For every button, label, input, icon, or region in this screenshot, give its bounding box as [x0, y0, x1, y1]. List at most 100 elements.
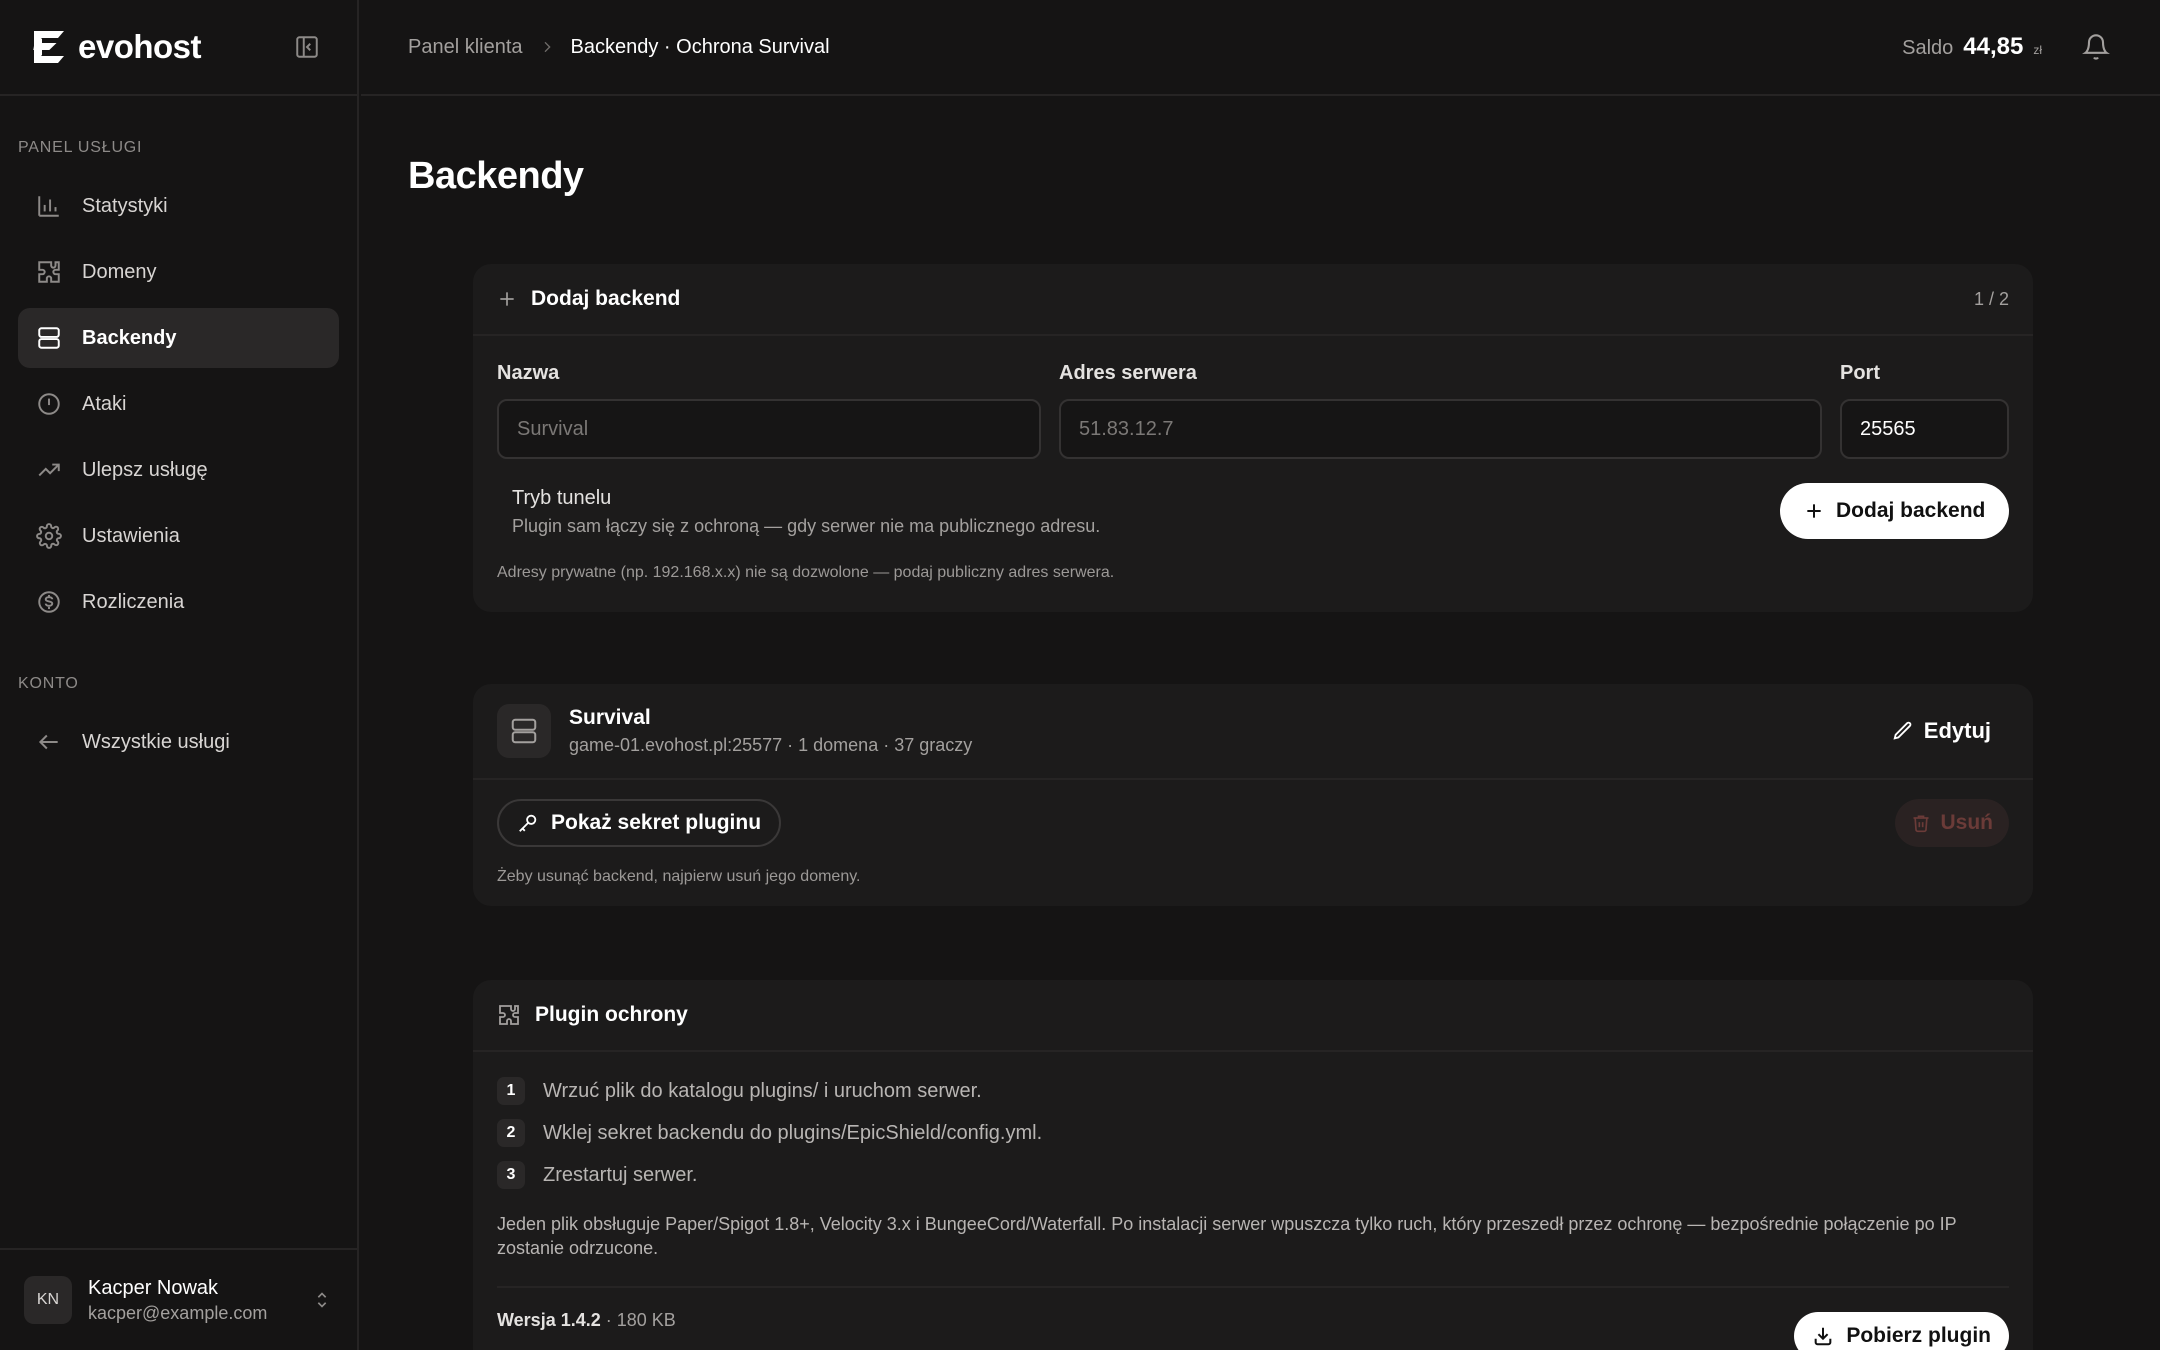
card-header: Plugin ochrony	[473, 980, 2033, 1052]
step-text: Wklej sekret backendu do plugins/EpicShi…	[543, 1121, 1043, 1144]
sidebar-item-label: Backendy	[82, 326, 177, 349]
brand-name: evohost	[78, 28, 202, 65]
chevron-updown-icon[interactable]	[311, 1289, 333, 1311]
delete-note: Żeby usunąć backend, najpierw usuń jego …	[497, 868, 861, 885]
gear-icon	[36, 523, 62, 549]
page-title: Backendy	[408, 155, 584, 197]
plugin-version-row: Wersja 1.4.2 · 180 KB	[497, 1310, 676, 1331]
tunnel-mode[interactable]: Tryb tunelu Plugin sam łączy się z ochro…	[512, 484, 1100, 540]
edit-button[interactable]: Edytuj	[1892, 718, 1991, 744]
trash-icon	[1913, 815, 1928, 833]
install-step: 2 Wklej sekret backendu do plugins/EpicS…	[497, 1112, 1042, 1154]
breadcrumb: Panel klienta Backendy · Ochrona Surviva…	[408, 36, 1902, 59]
sidebar-item-rozliczenia[interactable]: Rozliczenia	[18, 572, 339, 632]
backend-counter: 1 / 2	[1973, 288, 2009, 309]
server-icon	[497, 704, 551, 758]
step-number: 1	[497, 1077, 525, 1105]
delete-button-label: Usuń	[1940, 811, 1994, 834]
sidebar: evohost PANEL USŁUGI Statystyki Domeny B…	[0, 0, 359, 1350]
backend-card: Survival game-01.evohost.pl:25577 · 1 do…	[473, 684, 2033, 906]
install-steps: 1 Wrzuć plik do katalogu plugins/ i uruc…	[497, 1070, 1042, 1196]
sidebar-item-ulepsz[interactable]: Ulepsz usługę	[18, 440, 339, 500]
add-backend-button-label: Dodaj backend	[1836, 499, 1986, 522]
sidebar-item-ustawienia[interactable]: Ustawienia	[18, 506, 339, 566]
user-menu[interactable]: KN Kacper Nowak kacper@example.com	[0, 1248, 357, 1350]
puzzle-icon	[38, 261, 60, 283]
balance-currency: zł	[2033, 43, 2042, 57]
delete-button: Usuń	[1894, 799, 2009, 847]
add-backend-card: Dodaj backend 1 / 2 Nazwa Survival Adres…	[473, 264, 2033, 612]
sidebar-item-label: Domeny	[82, 260, 157, 283]
sidebar-item-ataki[interactable]: Ataki	[18, 374, 339, 434]
server-icon	[38, 327, 60, 349]
balance: Saldo 44,85 zł	[1902, 33, 2042, 61]
logo[interactable]: evohost	[30, 28, 202, 66]
trending-up-icon	[38, 463, 60, 477]
plus-icon	[500, 292, 514, 306]
plugin-card: Plugin ochrony 1 Wrzuć plik do katalogu …	[473, 980, 2033, 1350]
show-secret-button[interactable]: Pokaż sekret pluginu	[497, 799, 782, 847]
plugin-version: Wersja 1.4.2	[497, 1310, 601, 1330]
plus-icon	[1807, 504, 1821, 518]
step-number: 3	[497, 1161, 525, 1189]
plugin-size: · 180 KB	[605, 1310, 676, 1330]
download-plugin-button[interactable]: Pobierz plugin	[1794, 1312, 2009, 1350]
private-address-note: Adresy prywatne (np. 192.168.x.x) nie są…	[497, 564, 1115, 581]
card-title: Dodaj backend	[531, 287, 681, 310]
step-number: 2	[497, 1119, 525, 1147]
sidebar-item-label: Rozliczenia	[82, 590, 185, 613]
sidebar-section-label: KONTO	[18, 675, 79, 692]
tunnel-description: Plugin sam łączy się z ochroną — gdy ser…	[512, 516, 1101, 536]
divider	[497, 1286, 2009, 1288]
install-step: 1 Wrzuć plik do katalogu plugins/ i uruc…	[497, 1070, 1042, 1112]
port-label: Port	[1840, 362, 1880, 384]
card-header: Dodaj backend 1 / 2	[473, 264, 2033, 336]
show-secret-label: Pokaż sekret pluginu	[551, 811, 762, 834]
port-input[interactable]: 25565	[1840, 399, 2009, 459]
bell-icon[interactable]	[2080, 31, 2112, 63]
tunnel-title: Tryb tunelu	[512, 487, 612, 509]
plugin-description: Jeden plik obsługuje Paper/Spigot 1.8+, …	[497, 1214, 1957, 1258]
sidebar-item-statystyki[interactable]: Statystyki	[18, 176, 339, 236]
add-backend-button[interactable]: Dodaj backend	[1780, 483, 2010, 539]
breadcrumb-current: Backendy · Ochrona Survival	[570, 35, 830, 58]
sidebar-item-domeny[interactable]: Domeny	[18, 242, 339, 302]
user-info: Kacper Nowak kacper@example.com	[88, 1275, 295, 1325]
backend-header: Survival game-01.evohost.pl:25577 · 1 do…	[473, 684, 2033, 780]
evohost-logo-icon	[33, 31, 64, 63]
avatar: KN	[24, 1276, 72, 1324]
sidebar-nav: Statystyki Domeny Backendy Ataki Ulepsz …	[0, 176, 357, 632]
sidebar-account-nav: Wszystkie usługi	[0, 712, 357, 772]
breadcrumb-link[interactable]: Panel klienta	[408, 36, 523, 59]
puzzle-icon	[499, 1005, 519, 1025]
address-label: Adres serwera	[1059, 362, 1197, 384]
sidebar-section-label: PANEL USŁUGI	[18, 139, 143, 156]
sidebar-item-label: Ataki	[82, 392, 127, 415]
topbar: Panel klienta Backendy · Ochrona Surviva…	[361, 0, 2160, 96]
name-input[interactable]: Survival	[497, 399, 1041, 459]
sidebar-header: evohost	[0, 0, 357, 96]
backend-meta: game-01.evohost.pl:25577 · 1 domena · 37…	[569, 735, 973, 755]
bar-chart-icon	[38, 196, 59, 217]
name-label: Nazwa	[497, 362, 560, 384]
alert-circle-icon	[38, 393, 60, 415]
sidebar-item-label: Ustawienia	[82, 524, 180, 547]
sidebar-collapse-icon[interactable]	[291, 31, 323, 63]
user-name: Kacper Nowak	[88, 1277, 219, 1299]
sidebar-item-label: Ulepsz usługę	[82, 458, 208, 481]
sidebar-item-label: Wszystkie usługi	[82, 730, 230, 753]
sidebar-item-backendy[interactable]: Backendy	[18, 308, 339, 368]
step-text: Wrzuć plik do katalogu plugins/ i urucho…	[543, 1079, 982, 1102]
card-title: Plugin ochrony	[535, 1003, 688, 1026]
download-plugin-label: Pobierz plugin	[1846, 1324, 1991, 1347]
dollar-circle-icon	[38, 591, 60, 613]
address-input[interactable]: 51.83.12.7	[1059, 399, 1822, 459]
edit-button-label: Edytuj	[1923, 718, 1991, 743]
user-email: kacper@example.com	[88, 1303, 268, 1323]
balance-label: Saldo	[1902, 37, 1954, 59]
balance-value: 44,85	[1963, 33, 2024, 60]
chevron-right-icon	[539, 39, 555, 55]
pencil-icon	[1893, 721, 1912, 740]
step-text: Zrestartuj serwer.	[543, 1163, 698, 1186]
sidebar-item-wszystkie-uslugi[interactable]: Wszystkie usługi	[18, 712, 339, 772]
